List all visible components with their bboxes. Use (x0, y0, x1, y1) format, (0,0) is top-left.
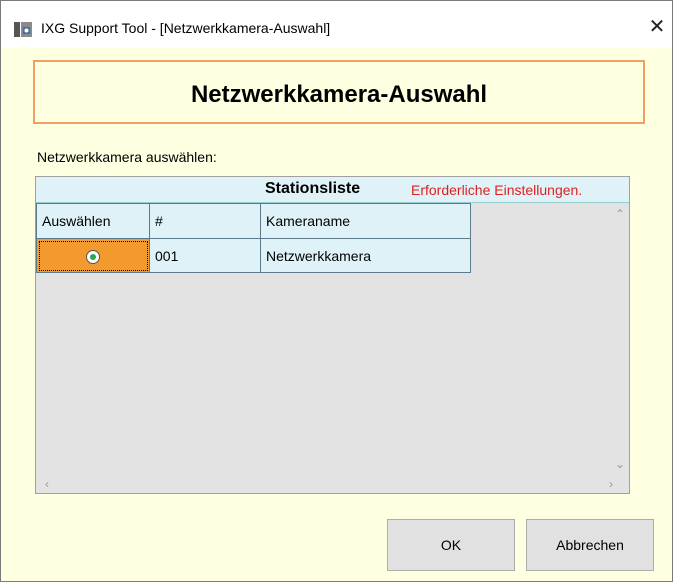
column-header-camera-name[interactable]: Kameraname (260, 203, 471, 239)
scroll-up-icon[interactable]: ⌃ (611, 207, 629, 221)
station-list-title: Stationsliste (265, 180, 361, 197)
close-button[interactable]: ✕ (643, 13, 671, 41)
select-camera-label: Netzwerkkamera auswählen: (37, 149, 217, 165)
page-title: Netzwerkkamera-Auswahl (190, 81, 488, 108)
ok-button[interactable]: OK (387, 519, 515, 571)
scroll-left-icon[interactable]: ‹ (38, 477, 56, 491)
header-box: Netzwerkkamera-Auswahl (33, 60, 645, 124)
station-list-header: Stationsliste Erforderliche Einstellunge… (36, 177, 629, 203)
number-cell[interactable]: 001 (149, 238, 261, 273)
camera-table: Auswählen # Kameraname 001 Netzwerkkamer… (36, 203, 471, 273)
camera-name-cell[interactable]: Netzwerkkamera (260, 238, 471, 273)
window-title: IXG Support Tool - [Netzwerkkamera-Auswa… (41, 20, 331, 36)
horizontal-scrollbar[interactable]: ‹ › (36, 475, 629, 493)
table-header-row: Auswählen # Kameraname (36, 203, 471, 239)
required-settings-note: Erforderliche Einstellungen. (411, 182, 583, 198)
vertical-scrollbar[interactable]: ⌃ ⌄ (611, 203, 629, 475)
column-header-number[interactable]: # (149, 203, 261, 239)
cancel-button[interactable]: Abbrechen (526, 519, 654, 571)
scroll-down-icon[interactable]: ⌄ (611, 457, 629, 471)
select-cell[interactable] (36, 238, 150, 273)
app-icon (14, 22, 32, 37)
station-grid: Stationsliste Erforderliche Einstellunge… (35, 176, 630, 494)
table-row[interactable]: 001 Netzwerkkamera (36, 238, 471, 273)
dialog-window: IXG Support Tool - [Netzwerkkamera-Auswa… (0, 0, 673, 582)
scroll-right-icon[interactable]: › (602, 477, 620, 491)
column-header-select[interactable]: Auswählen (36, 203, 150, 239)
title-bar: IXG Support Tool - [Netzwerkkamera-Auswa… (1, 1, 672, 48)
radio-selected-icon[interactable] (86, 249, 100, 264)
